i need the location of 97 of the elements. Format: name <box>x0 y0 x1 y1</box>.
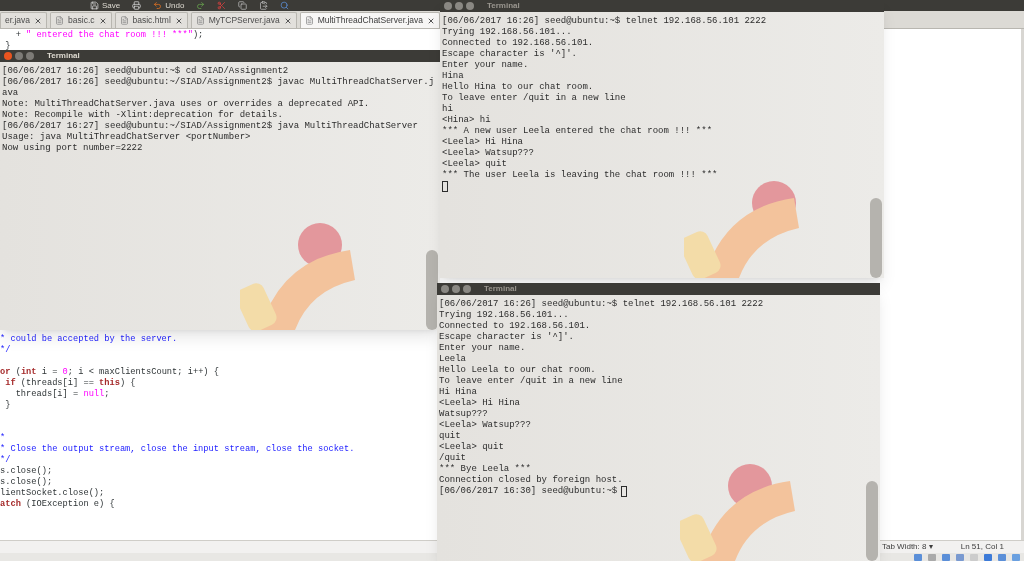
cut-icon[interactable] <box>217 1 227 10</box>
cursor-icon <box>442 181 448 192</box>
code-line: or (int i = 0; i < maxClientsCount; i++) { <box>0 367 219 378</box>
terminal-line: Connection closed by foreign host. <box>439 475 623 486</box>
terminal-line: [06/06/2017 16:26] seed@ubuntu:~$ telnet 192.168.56.101 2222 <box>442 16 767 27</box>
terminal-line: Escape character is '^]'. <box>442 49 578 60</box>
terminal-line: <Leela> Hi Hina <box>439 398 520 409</box>
code-line: * Close the output stream, close the input stream, close the socket. <box>0 444 355 455</box>
code-line: if (threads[i] == this) { <box>4 378 136 389</box>
toolbar-label[interactable]: Undo <box>165 1 185 10</box>
terminal-line: <Hina> hi <box>442 115 491 126</box>
code-line: atch (IOException e) { <box>0 499 115 510</box>
window-title: Terminal <box>487 1 520 11</box>
terminal-line: <Leela> Watsup??? <box>442 148 534 159</box>
terminal-line: Connected to 192.168.56.101. <box>439 321 591 332</box>
maximize-icon[interactable] <box>26 52 34 60</box>
code-line: s.close(); <box>0 466 53 477</box>
paste-icon[interactable] <box>259 1 269 10</box>
code-line: */ <box>0 455 11 466</box>
window-title: Terminal <box>484 284 517 294</box>
code-line: threads[i] = null; <box>14 389 110 400</box>
terminal-line: Enter your name. <box>442 60 529 71</box>
toolbar-label[interactable]: Save <box>102 1 121 10</box>
terminal-line: *** The user Leela is leaving the chat room !!! *** <box>442 170 718 181</box>
file-tab[interactable]: MultiThreadChatServer.java <box>299 12 440 28</box>
file-icon <box>55 16 65 25</box>
tab-width-dropdown[interactable]: Tab Width: 8 ▾ <box>882 541 933 553</box>
terminal-line: Hello Leela to our chat room. <box>439 365 596 376</box>
close-icon[interactable] <box>98 16 107 25</box>
minimize-icon[interactable] <box>15 52 23 60</box>
terminal-line: Hi Hina <box>439 387 477 398</box>
file-icon <box>119 16 129 25</box>
terminal-line: [06/06/2017 16:26] seed@ubuntu:~$ cd SIAD/Assignment2 <box>2 66 289 77</box>
close-icon[interactable] <box>444 2 452 10</box>
scrollbar[interactable] <box>1021 29 1024 540</box>
terminal-line: <Leela> quit <box>439 442 504 453</box>
terminal-line: *** A new user Leela entered the chat room !!! *** <box>442 126 713 137</box>
minimize-icon[interactable] <box>452 285 460 293</box>
close-icon[interactable] <box>174 16 183 25</box>
code-line: } <box>4 41 11 52</box>
window-title: Terminal <box>47 51 80 61</box>
file-tab[interactable]: er.java <box>0 12 48 28</box>
terminal-line: hi <box>442 104 453 115</box>
minimize-icon[interactable] <box>455 2 463 10</box>
terminal-line: Connected to 192.168.56.101. <box>442 38 594 49</box>
terminal-line: [06/06/2017 16:26] seed@ubuntu:~/SIAD/Assignment2$ javac MultiThreadChatServer.j <box>2 77 435 88</box>
code-line: */ <box>0 345 11 356</box>
terminal-line: Trying 192.168.56.101... <box>442 27 572 38</box>
close-icon[interactable] <box>441 285 449 293</box>
terminal-line: Now using port number=2222 <box>2 143 143 154</box>
terminal-line: Hina <box>442 71 464 82</box>
maximize-icon[interactable] <box>466 2 474 10</box>
terminal-line: /quit <box>439 453 466 464</box>
close-icon[interactable] <box>427 16 435 25</box>
code-line: * <box>0 433 6 444</box>
code-line: * could be accepted by the server. <box>0 334 178 345</box>
file-icon <box>304 16 314 25</box>
code-line: lientSocket.close(); <box>0 488 105 499</box>
terminal-line: Enter your name. <box>439 343 526 354</box>
file-tab[interactable]: basic.c <box>50 12 112 28</box>
terminal-line: To leave enter /quit in a new line <box>442 93 626 104</box>
terminal-line: ava <box>2 88 19 99</box>
code-line: s.close(); <box>0 477 53 488</box>
terminal-line: Trying 192.168.56.101... <box>439 310 569 321</box>
terminal-line: [06/06/2017 16:26] seed@ubuntu:~$ telnet 192.168.56.101 2222 <box>439 299 764 310</box>
terminal-line: <Leela> Hi Hina <box>442 137 523 148</box>
cursor-position: Ln 51, Col 1 <box>960 541 1004 553</box>
close-icon[interactable] <box>4 52 12 60</box>
print-icon[interactable] <box>132 1 142 10</box>
terminal-line: Note: Recompile with -Xlint:deprecation for details. <box>2 110 283 121</box>
terminal-line: Watsup??? <box>439 409 488 420</box>
terminal-line: [06/06/2017 16:30] seed@ubuntu:~$ <box>439 486 618 497</box>
terminal-line: <Leela> Watsup??? <box>439 420 531 431</box>
terminal-line: Escape character is '^]'. <box>439 332 575 343</box>
terminal-line: Hello Hina to our chat room. <box>442 82 594 93</box>
terminal-line: [06/06/2017 16:27] seed@ubuntu:~/SIAD/Assignment2$ java MultiThreadChatServer <box>2 121 418 132</box>
undo-icon[interactable] <box>153 1 163 10</box>
search-icon[interactable] <box>280 1 290 10</box>
terminal-line: *** Bye Leela *** <box>439 464 531 475</box>
terminal-line: Note: MultiThreadChatServer.java uses or overrides a deprecated API. <box>2 99 370 110</box>
code-line: + " entered the chat room !!! ***"); <box>14 30 204 41</box>
file-tab[interactable]: basic.html <box>114 12 188 28</box>
maximize-icon[interactable] <box>463 285 471 293</box>
close-icon[interactable] <box>283 16 292 25</box>
code-line: } <box>4 400 11 411</box>
terminal-line: <Leela> quit <box>442 159 507 170</box>
terminal-line: quit <box>439 431 461 442</box>
save-icon[interactable] <box>90 1 99 10</box>
file-icon <box>195 16 205 25</box>
cursor-icon <box>621 486 628 497</box>
redo-icon[interactable] <box>196 1 206 10</box>
copy-icon[interactable] <box>238 1 248 10</box>
close-icon[interactable] <box>34 16 43 25</box>
terminal-line: Usage: java MultiThreadChatServer <portNumber> <box>2 132 251 143</box>
terminal-line: To leave enter /quit in a new line <box>439 376 623 387</box>
terminal-line: Leela <box>439 354 466 365</box>
file-tab[interactable]: MyTCPServer.java <box>190 12 297 28</box>
